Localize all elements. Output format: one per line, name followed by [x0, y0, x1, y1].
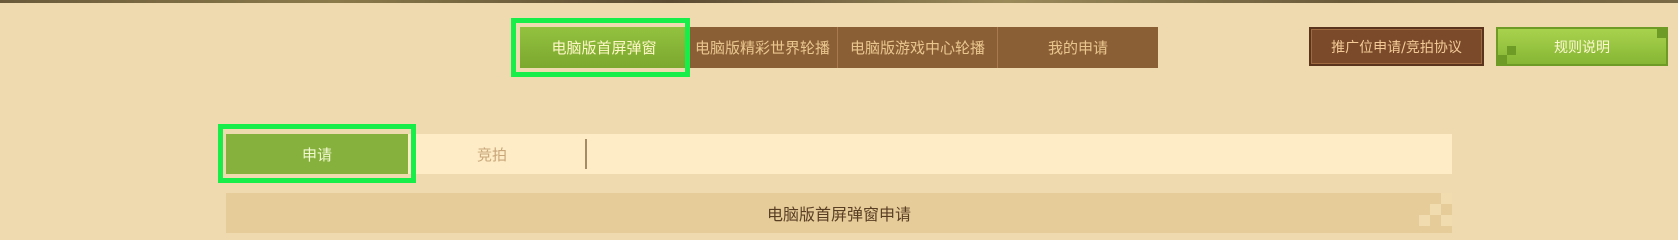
sub-tab-apply[interactable]: 申请: [226, 134, 408, 174]
top-decor-strip: [0, 0, 1678, 3]
sub-tab-bar: 申请 竞拍: [226, 134, 1452, 174]
tab-my-applications[interactable]: 我的申请: [998, 27, 1158, 68]
pixel-corner-decor: [1498, 55, 1507, 64]
top-tab-bar: 电脑版首屏弹窗 电脑版精彩世界轮播 电脑版游戏中心轮播 我的申请: [520, 27, 1158, 68]
pixel-corner-decor: [1441, 215, 1452, 226]
agreement-button[interactable]: 推广位申请/竞拍协议: [1309, 27, 1484, 66]
rules-button[interactable]: 规则说明: [1496, 27, 1668, 66]
pixel-corner-decor: [1430, 204, 1441, 215]
tab-pc-world-carousel[interactable]: 电脑版精彩世界轮播: [688, 27, 838, 68]
pixel-corner-decor: [1507, 46, 1516, 55]
pixel-corner-decor: [1657, 29, 1666, 38]
section-header: 电脑版首屏弹窗申请: [226, 193, 1452, 233]
sub-tab-auction[interactable]: 竞拍: [408, 134, 576, 174]
sub-tab-divider: [585, 139, 587, 169]
tab-pc-home-popup[interactable]: 电脑版首屏弹窗: [520, 27, 688, 68]
rules-button-label: 规则说明: [1554, 39, 1610, 56]
section-title: 电脑版首屏弹窗申请: [766, 205, 911, 224]
pixel-corner-decor: [1441, 193, 1452, 204]
pixel-corner-decor: [1419, 215, 1430, 226]
tab-pc-game-center-carousel[interactable]: 电脑版游戏中心轮播: [838, 27, 998, 68]
